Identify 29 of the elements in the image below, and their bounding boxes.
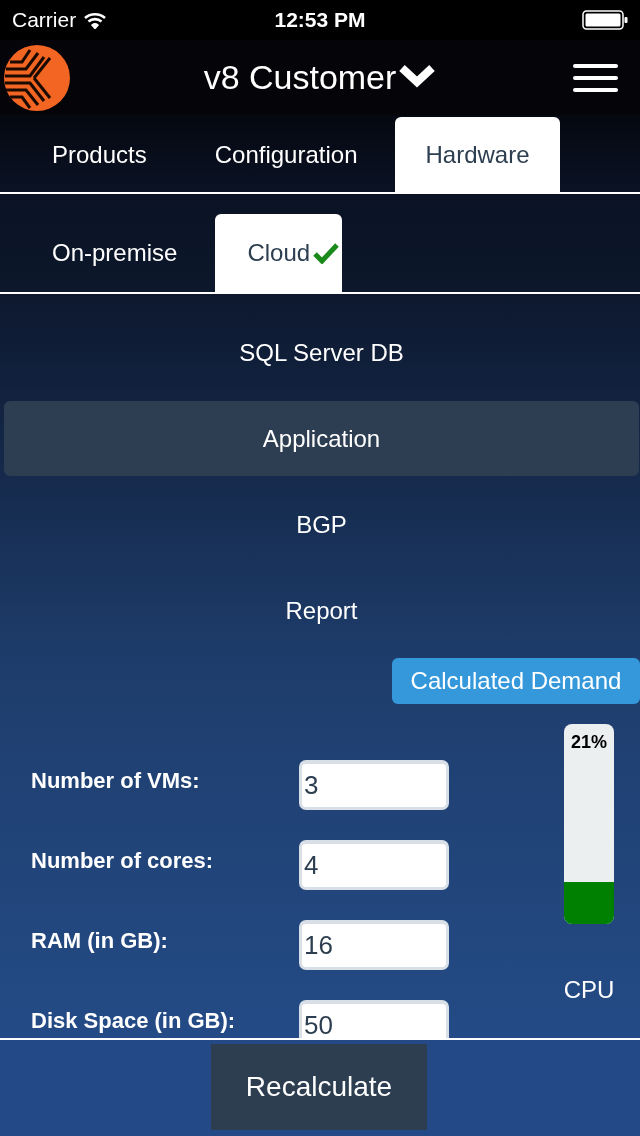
field-label: Number of cores:: [30, 847, 215, 875]
battery-icon: [582, 10, 628, 30]
section-menu-item[interactable]: Application: [4, 401, 639, 476]
recalculate-button[interactable]: Recalculate: [211, 1044, 427, 1130]
field-label: Number of VMs:: [30, 767, 201, 795]
section-menu-item[interactable]: Report: [4, 573, 639, 648]
number-input[interactable]: 50: [299, 1000, 449, 1038]
cpu-percentage: 21%: [570, 731, 608, 754]
number-input[interactable]: 16: [299, 920, 449, 970]
clock-time: 12:53 PM: [274, 7, 366, 34]
calculated-demand-label: Calculated Demand: [392, 658, 640, 704]
tab[interactable]: Configuration: [184, 117, 388, 192]
number-input[interactable]: 3: [299, 760, 449, 810]
wifi-icon: [84, 11, 107, 29]
field-label: Disk Space (in GB):: [30, 1007, 237, 1035]
sub-tab[interactable]: On-premise: [22, 214, 208, 292]
chevron-down-icon: [398, 63, 437, 90]
menu-icon[interactable]: [573, 63, 618, 92]
logo-icon: [4, 44, 70, 111]
section-menu-item[interactable]: BGP: [4, 487, 639, 562]
sub-tab[interactable]: Cloud: [215, 214, 343, 292]
number-input[interactable]: 4: [299, 840, 449, 890]
field-label: RAM (in GB):: [30, 927, 169, 955]
cpu-label: CPU: [563, 975, 615, 1005]
tab[interactable]: Products: [22, 117, 177, 192]
tab[interactable]: Hardware: [395, 117, 560, 192]
title-dropdown[interactable]: v8 Customer: [203, 57, 437, 98]
section-menu-item[interactable]: SQL Server DB: [4, 315, 639, 390]
carrier-name: Carrier: [12, 7, 77, 34]
